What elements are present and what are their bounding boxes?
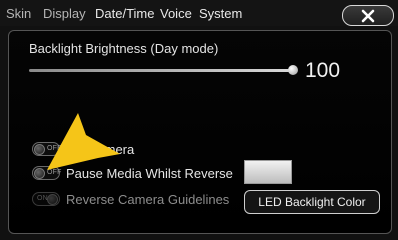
- tab-system[interactable]: System: [199, 6, 242, 21]
- tab-skin[interactable]: Skin: [6, 6, 31, 21]
- pause-media-label: Pause Media Whilst Reverse: [66, 166, 233, 181]
- toggle-knob: [47, 194, 58, 205]
- tab-date-time[interactable]: Date/Time: [95, 6, 154, 21]
- led-backlight-color-button[interactable]: LED Backlight Color: [244, 190, 380, 214]
- top-tab-bar: Skin Display Date/Time Voice System: [0, 0, 398, 26]
- color-swatch[interactable]: [244, 160, 292, 184]
- tab-voice[interactable]: Voice: [160, 6, 192, 21]
- toggle-state-label: OFF: [47, 169, 62, 176]
- pause-media-toggle[interactable]: OFF: [32, 166, 62, 180]
- toggle-knob: [34, 168, 45, 179]
- led-button-label: LED Backlight Color: [258, 195, 366, 209]
- tab-display[interactable]: Display: [43, 6, 86, 21]
- backlight-slider-track[interactable]: [29, 69, 293, 72]
- toggle-knob: [34, 144, 45, 155]
- backlight-brightness-title: Backlight Brightness (Day mode): [29, 41, 219, 56]
- close-button[interactable]: [342, 5, 394, 26]
- toggle-state-label: OFF: [47, 145, 62, 152]
- reverse-guidelines-toggle[interactable]: ON: [32, 192, 60, 206]
- reverse-guidelines-label: Reverse Camera Guidelines: [66, 192, 230, 207]
- camera-toggle[interactable]: OFF: [32, 142, 62, 156]
- camera-label: Camera: [88, 142, 135, 157]
- backlight-value: 100: [305, 59, 341, 82]
- backlight-slider-knob[interactable]: [288, 65, 298, 75]
- close-icon: [361, 9, 375, 22]
